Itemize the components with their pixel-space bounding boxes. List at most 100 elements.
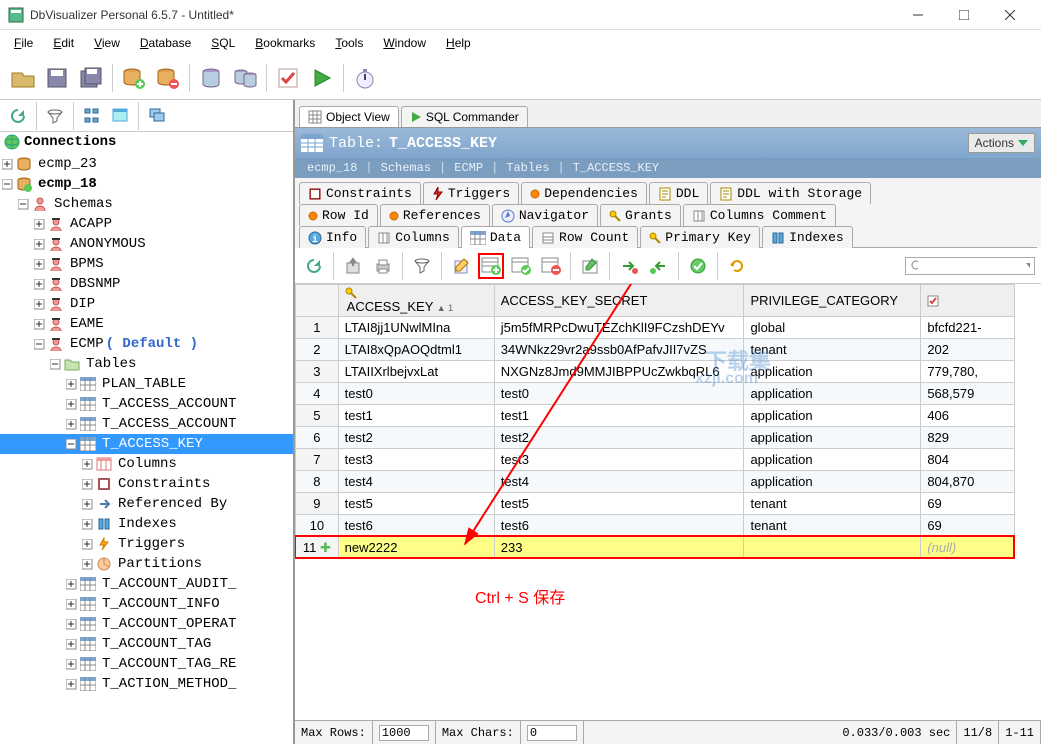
node-referenced by[interactable]: Referenced By xyxy=(0,494,293,514)
column-header[interactable] xyxy=(921,285,1015,317)
db-remove-icon[interactable] xyxy=(153,63,183,93)
cascade-icon[interactable] xyxy=(145,104,169,128)
check-icon[interactable] xyxy=(273,63,303,93)
undo-icon[interactable] xyxy=(724,253,750,279)
quick-filter-input[interactable] xyxy=(922,259,1022,273)
subtab-data[interactable]: Data xyxy=(461,226,530,248)
menu-edit[interactable]: Edit xyxy=(47,34,80,52)
table-row[interactable]: 1LTAI8jj1UNwlMInaj5m5fMRPcDwuTEZchKlI9FC… xyxy=(296,317,1015,339)
tab-sql-commander[interactable]: SQL Commander xyxy=(401,106,528,127)
tree-icon[interactable] xyxy=(80,104,104,128)
menu-file[interactable]: File xyxy=(8,34,39,52)
delete-row-icon[interactable] xyxy=(538,253,564,279)
menu-window[interactable]: Window xyxy=(377,34,432,52)
node-triggers[interactable]: Triggers xyxy=(0,534,293,554)
reload-icon[interactable] xyxy=(301,253,327,279)
commit-icon[interactable] xyxy=(685,253,711,279)
window-icon[interactable] xyxy=(108,104,132,128)
subtab-references[interactable]: References xyxy=(380,204,490,226)
menu-sql[interactable]: SQL xyxy=(205,34,241,52)
menu-help[interactable]: Help xyxy=(440,34,477,52)
subtab-indexes[interactable]: Indexes xyxy=(762,226,853,248)
schema-DIP[interactable]: DIP xyxy=(0,294,293,314)
tables-node[interactable]: Tables xyxy=(0,354,293,374)
subtab-ddl[interactable]: DDL xyxy=(649,182,708,204)
node-partitions[interactable]: Partitions xyxy=(0,554,293,574)
table-row[interactable]: 7test3test3application804 xyxy=(296,449,1015,471)
subtab-primary-key[interactable]: Primary Key xyxy=(640,226,760,248)
run-icon[interactable] xyxy=(307,63,337,93)
open-icon[interactable] xyxy=(8,63,38,93)
subtab-grants[interactable]: Grants xyxy=(600,204,681,226)
conn-ecmp18[interactable]: ecmp_18 xyxy=(0,174,293,194)
save-icon[interactable] xyxy=(42,63,72,93)
breadcrumb-ECMP[interactable]: ECMP xyxy=(454,161,483,175)
subtab-navigator[interactable]: Navigator xyxy=(492,204,598,226)
menu-database[interactable]: Database xyxy=(134,34,197,52)
filter-rows-icon[interactable] xyxy=(409,253,435,279)
maximize-button[interactable] xyxy=(941,0,987,30)
row-header-corner[interactable] xyxy=(296,285,339,317)
schemas-node[interactable]: Schemas xyxy=(0,194,293,214)
table-row[interactable]: 6test2test2application829 xyxy=(296,427,1015,449)
tab-object-view[interactable]: Object View xyxy=(299,106,399,127)
subtab-info[interactable]: iInfo xyxy=(299,226,366,248)
print-icon[interactable] xyxy=(370,253,396,279)
data-grid[interactable]: ACCESS_KEY ▲ 1ACCESS_KEY_SECRETPRIVILEGE… xyxy=(295,284,1015,559)
export-icon[interactable] xyxy=(340,253,366,279)
breadcrumb-Tables[interactable]: Tables xyxy=(506,161,549,175)
db-multi-icon[interactable] xyxy=(230,63,260,93)
close-button[interactable] xyxy=(987,0,1033,30)
table-T_ACCOUNT_INFO[interactable]: T_ACCOUNT_INFO xyxy=(0,594,293,614)
subtab-row-count[interactable]: Row Count xyxy=(532,226,638,248)
edit-icon[interactable] xyxy=(448,253,474,279)
table-T_ACCOUNT_TAG_RE[interactable]: T_ACCOUNT_TAG_RE xyxy=(0,654,293,674)
menu-view[interactable]: View xyxy=(88,34,126,52)
subtab-ddl-with-storage[interactable]: DDL with Storage xyxy=(710,182,871,204)
breadcrumb-Schemas[interactable]: Schemas xyxy=(381,161,431,175)
saveall-icon[interactable] xyxy=(76,63,106,93)
table-row[interactable]: 3LTAIIXrlbejvxLatNXGNz8Jmd9MMJIBPPUcZwkb… xyxy=(296,361,1015,383)
table-PLAN_TABLE[interactable]: PLAN_TABLE xyxy=(0,374,293,394)
chevron-down-icon[interactable] xyxy=(1026,263,1030,269)
table-T_ACTION_METHOD_[interactable]: T_ACTION_METHOD_ xyxy=(0,674,293,694)
column-header[interactable]: PRIVILEGE_CATEGORY xyxy=(744,285,921,317)
subtab-columns[interactable]: Columns xyxy=(368,226,459,248)
table-T_ACCOUNT_TAG[interactable]: T_ACCOUNT_TAG xyxy=(0,634,293,654)
schema-EAME[interactable]: EAME xyxy=(0,314,293,334)
edit-cell-icon[interactable] xyxy=(577,253,603,279)
table-row[interactable]: 4test0test0application568,579 xyxy=(296,383,1015,405)
actions-button[interactable]: Actions xyxy=(968,133,1035,153)
table-T_ACCOUNT_AUDIT_[interactable]: T_ACCOUNT_AUDIT_ xyxy=(0,574,293,594)
new-row[interactable]: 11 ✚new2222233(null) xyxy=(296,537,1015,559)
subtab-dependencies[interactable]: Dependencies xyxy=(521,182,647,204)
node-columns[interactable]: Columns xyxy=(0,454,293,474)
duplicate-row-icon[interactable] xyxy=(508,253,534,279)
conn-ecmp23[interactable]: ecmp_23 xyxy=(0,154,293,174)
table-T_ACCOUNT_OPERAT[interactable]: T_ACCOUNT_OPERAT xyxy=(0,614,293,634)
table-T_ACCESS_ACCOUNT[interactable]: T_ACCESS_ACCOUNT xyxy=(0,414,293,434)
filter-icon[interactable] xyxy=(43,104,67,128)
db-icon[interactable] xyxy=(196,63,226,93)
table-row[interactable]: 5test1test1application406 xyxy=(296,405,1015,427)
schema-ACAPP[interactable]: ACAPP xyxy=(0,214,293,234)
node-indexes[interactable]: Indexes xyxy=(0,514,293,534)
table-row[interactable]: 9test5test5tenant69 xyxy=(296,493,1015,515)
column-header[interactable]: ACCESS_KEY_SECRET xyxy=(494,285,744,317)
menu-bookmarks[interactable]: Bookmarks xyxy=(249,34,321,52)
max-rows-input[interactable] xyxy=(379,725,429,741)
schema-DBSNMP[interactable]: DBSNMP xyxy=(0,274,293,294)
table-row[interactable]: 2LTAI8xQpAOQdtml134WNkz29vr2a9ssb0AfPafv… xyxy=(296,339,1015,361)
node-constraints[interactable]: Constraints xyxy=(0,474,293,494)
insert-row-icon[interactable] xyxy=(478,253,504,279)
connection-tree[interactable]: ecmp_23ecmp_18SchemasACAPPANONYMOUSBPMSD… xyxy=(0,152,293,696)
import-icon[interactable] xyxy=(616,253,642,279)
minimize-button[interactable] xyxy=(895,0,941,30)
quick-filter[interactable] xyxy=(905,257,1035,275)
subtab-triggers[interactable]: Triggers xyxy=(423,182,519,204)
subtab-row-id[interactable]: Row Id xyxy=(299,204,378,226)
stopwatch-icon[interactable] xyxy=(350,63,380,93)
table-row[interactable]: 8test4test4application804,870 xyxy=(296,471,1015,493)
table-row[interactable]: 10test6test6tenant69 xyxy=(296,515,1015,537)
menu-tools[interactable]: Tools xyxy=(329,34,369,52)
